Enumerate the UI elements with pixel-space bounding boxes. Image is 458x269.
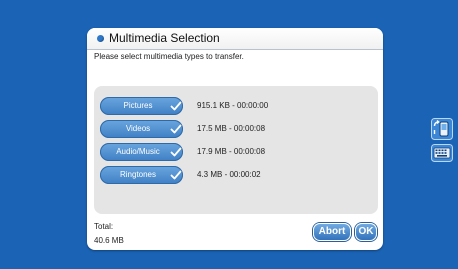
keyboard-icon[interactable] — [431, 144, 453, 162]
checkmark-icon — [170, 170, 182, 180]
audio-music-toggle-button[interactable]: Audio/Music — [100, 143, 183, 161]
pictures-label: Pictures — [123, 101, 153, 110]
checkmark-icon — [170, 101, 182, 111]
pictures-toggle-button[interactable]: Pictures — [100, 97, 183, 115]
ringtones-toggle-button[interactable]: Ringtones — [100, 166, 183, 184]
media-type-row-pictures: Pictures 915.1 KB - 00:00:00 — [100, 97, 370, 115]
title-bullet-icon — [97, 35, 104, 42]
multimedia-selection-dialog: Multimedia Selection Please select multi… — [87, 28, 383, 250]
ok-button[interactable]: OK — [355, 223, 377, 241]
audio-music-info: 17.9 MB - 00:00:08 — [197, 147, 266, 156]
phone-transfer-icon[interactable] — [431, 118, 453, 140]
ringtones-label: Ringtones — [119, 170, 157, 179]
checkmark-icon — [170, 147, 182, 157]
videos-info: 17.5 MB - 00:00:08 — [197, 124, 266, 133]
ringtones-info: 4.3 MB - 00:00:02 — [197, 170, 261, 179]
abort-button[interactable]: Abort — [313, 223, 351, 241]
videos-toggle-button[interactable]: Videos — [100, 120, 183, 138]
total-value: 40.6 MB — [94, 236, 124, 245]
audio-music-label: Audio/Music — [116, 147, 160, 156]
checkmark-icon — [170, 124, 182, 134]
media-type-row-audio-music: Audio/Music 17.9 MB - 00:00:08 — [100, 143, 370, 161]
pictures-info: 915.1 KB - 00:00:00 — [197, 101, 269, 110]
screen: Multimedia Selection Please select multi… — [0, 0, 458, 269]
instruction-text: Please select multimedia types to transf… — [94, 52, 244, 61]
title-bar: Multimedia Selection — [87, 28, 383, 50]
media-type-row-ringtones: Ringtones 4.3 MB - 00:00:02 — [100, 166, 370, 184]
total-label: Total: — [94, 222, 114, 231]
dialog-title: Multimedia Selection — [109, 31, 220, 45]
media-type-row-videos: Videos 17.5 MB - 00:00:08 — [100, 120, 370, 138]
videos-label: Videos — [125, 124, 151, 133]
media-type-panel: Pictures 915.1 KB - 00:00:00 Videos 17.5… — [94, 86, 378, 214]
